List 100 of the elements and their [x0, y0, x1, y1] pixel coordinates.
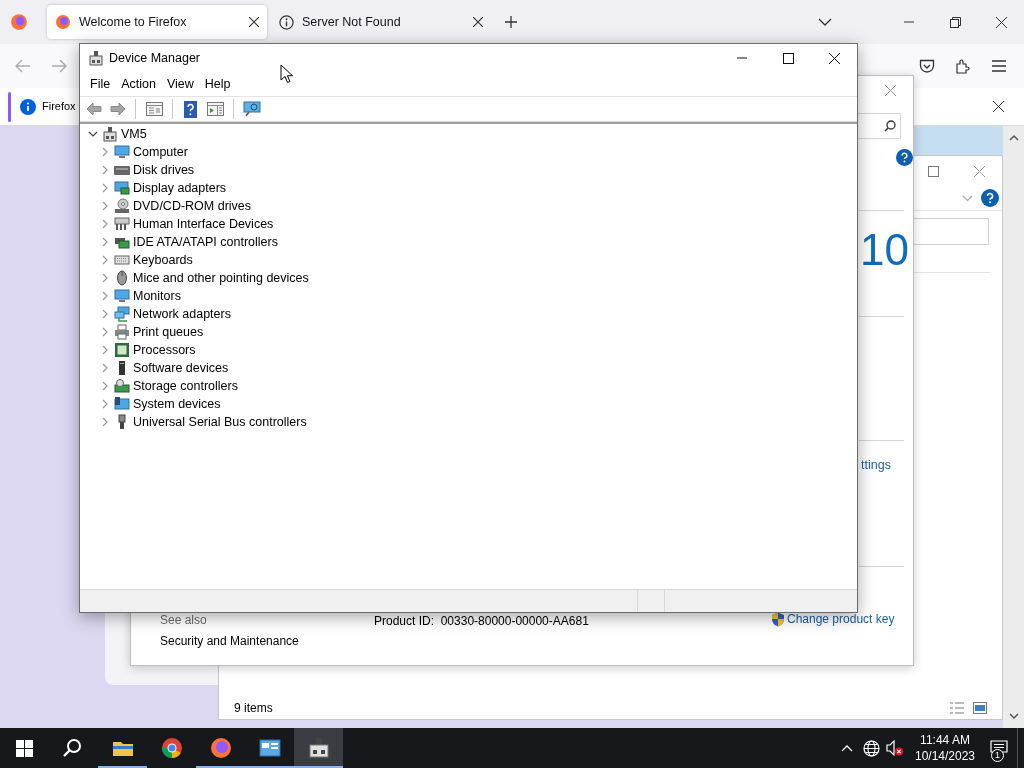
back-arrow-icon	[15, 59, 31, 73]
window-title: Device Manager	[109, 49, 200, 67]
close-icon	[995, 16, 1007, 28]
browser-icon	[208, 736, 233, 760]
close-icon[interactable]	[249, 17, 259, 27]
info-icon	[279, 14, 294, 30]
monitor-icon	[114, 288, 130, 304]
chevron-icon	[818, 18, 832, 26]
tree-item[interactable]: System devices	[133, 394, 221, 414]
browser-tab[interactable]: Server Not Found	[271, 5, 491, 39]
browser-icon[interactable]	[10, 13, 28, 31]
browser-icon	[55, 14, 71, 30]
product-id-text: Product ID: 00330-80000-00000-AA681	[374, 613, 589, 630]
tree-item[interactable]: Keyboards	[133, 250, 193, 270]
related-link[interactable]: Security and Maintenance	[160, 632, 299, 650]
tree-item[interactable]: Software devices	[133, 358, 229, 378]
action-pane-icon	[206, 102, 224, 116]
scroll-down-icon[interactable]	[1008, 713, 1019, 720]
pocket-icon	[919, 58, 935, 74]
scrollbar[interactable]	[1003, 126, 1024, 728]
settings-link[interactable]: ttings	[861, 456, 891, 475]
menu-item[interactable]: Action	[116, 73, 162, 95]
restore-icon	[949, 16, 961, 28]
tree-item[interactable]: VM5	[121, 124, 147, 144]
computer-icon	[102, 126, 118, 142]
menu-item[interactable]: File	[85, 73, 117, 95]
taskbar-button[interactable]	[294, 728, 343, 768]
help-icon[interactable]	[981, 189, 999, 207]
monitor-icon	[114, 144, 130, 160]
status-text: 9 items	[234, 699, 273, 717]
search-field[interactable]	[913, 218, 989, 245]
maximize-icon	[782, 52, 794, 64]
close-icon[interactable]	[473, 17, 483, 27]
tiles-view-icon[interactable]	[973, 701, 987, 714]
network-globe-icon[interactable]	[863, 739, 880, 757]
browser-tab[interactable]: Welcome to Firefox	[47, 5, 267, 39]
close-icon	[828, 52, 840, 64]
tree-item[interactable]: Mice and other pointing devices	[133, 268, 309, 288]
tree-item[interactable]: Universal Serial Bus controllers	[133, 412, 307, 432]
properties-icon	[145, 102, 163, 116]
network-icon	[114, 306, 130, 322]
close-icon	[973, 165, 985, 177]
tree-item[interactable]: Human Interface Devices	[133, 214, 274, 234]
minimize-icon	[904, 21, 914, 23]
storage-card-icon	[114, 378, 130, 394]
close-icon	[884, 84, 896, 96]
system-icon	[114, 396, 130, 412]
tree-item[interactable]: Processors	[133, 340, 196, 360]
tree-item[interactable]: Network adapters	[133, 304, 231, 324]
puzzle-icon	[955, 58, 971, 74]
tree-item[interactable]: Print queues	[133, 322, 204, 342]
input-device-icon	[114, 216, 130, 232]
tree-item[interactable]: DVD/CD-ROM drives	[133, 196, 252, 216]
tree-item[interactable]: Display adapters	[133, 178, 227, 198]
change-product-key-link[interactable]: Change product key	[787, 610, 895, 628]
minimize-icon	[737, 57, 747, 59]
tree-item[interactable]: Computer	[133, 142, 188, 162]
tree-item[interactable]: Monitors	[133, 286, 181, 306]
edition-heading: 10	[860, 228, 909, 272]
menu-icon	[992, 60, 1006, 72]
info-icon	[20, 98, 36, 115]
see-also-heading: See also	[160, 612, 207, 629]
device-manager-icon	[88, 50, 104, 66]
scroll-up-icon[interactable]	[1008, 134, 1019, 141]
monitor-search-icon	[243, 101, 261, 117]
back-arrow-icon	[86, 102, 102, 116]
chevron-icon[interactable]	[962, 194, 973, 202]
help-icon	[183, 100, 197, 118]
notification-text: Firefox	[42, 99, 76, 115]
mouse-cursor-icon	[280, 64, 293, 84]
tree-item[interactable]: Disk drives	[133, 160, 195, 180]
search-icon	[62, 738, 82, 758]
menu-item[interactable]: View	[161, 73, 200, 95]
clock-date[interactable]: 10/14/2023	[909, 748, 981, 765]
control-panel-icon	[257, 736, 282, 760]
menu-item[interactable]: Help	[199, 73, 237, 95]
tree-item[interactable]: Storage controllers	[133, 376, 238, 396]
forward-arrow-icon	[51, 59, 67, 73]
clock-time[interactable]: 11:44 AM	[909, 731, 981, 748]
maximize-icon	[927, 165, 939, 177]
details-view-icon[interactable]	[949, 701, 965, 714]
forward-arrow-icon	[110, 102, 126, 116]
display-card-icon	[114, 180, 130, 196]
tree-item[interactable]: IDE ATA/ATAPI controllers	[133, 232, 278, 252]
notification-count: 1	[991, 749, 1004, 762]
speaker-muted-icon[interactable]	[886, 740, 903, 756]
search-icon[interactable]	[884, 120, 896, 132]
mouse-icon	[114, 270, 130, 286]
chip-icon	[114, 342, 130, 358]
message-icon	[990, 740, 1008, 756]
device-manager-icon	[306, 736, 331, 760]
expand-toggle[interactable]	[87, 129, 99, 139]
windows-logo-icon	[15, 739, 33, 757]
shield-icon	[771, 611, 785, 627]
plus-icon	[504, 15, 518, 29]
help-icon[interactable]	[896, 149, 913, 166]
chevron-icon	[841, 744, 853, 752]
disc-drive-icon	[114, 198, 130, 214]
keyboard-icon	[114, 252, 130, 268]
printer-icon	[114, 324, 130, 340]
